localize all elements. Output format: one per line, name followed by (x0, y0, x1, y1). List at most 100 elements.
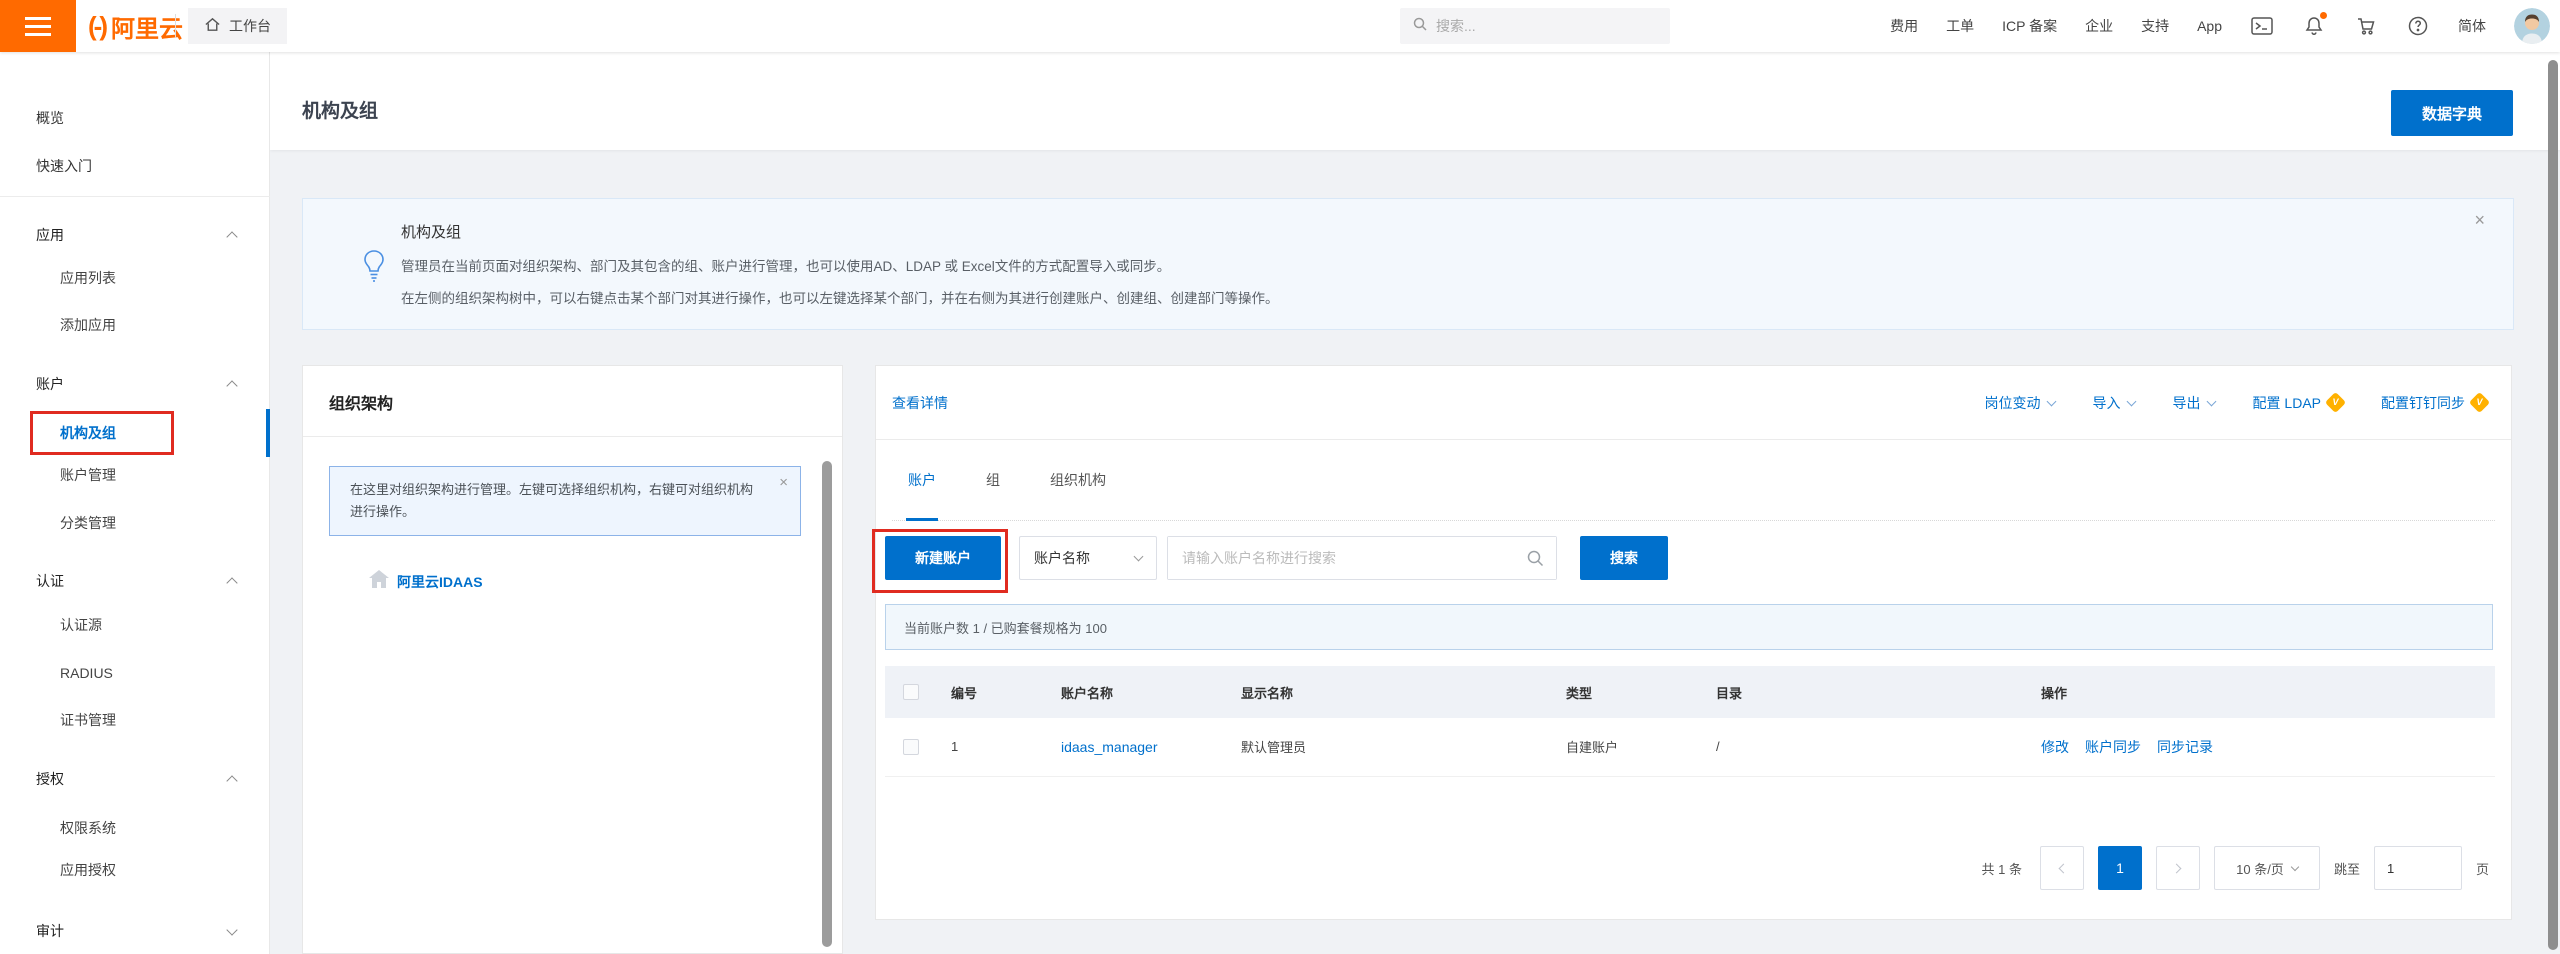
terminal-icon[interactable] (2250, 14, 2274, 38)
select-all-checkbox[interactable] (903, 684, 919, 700)
next-page-button[interactable] (2156, 846, 2200, 890)
page-scrollbar[interactable] (2548, 60, 2558, 950)
nav-item-enterprise[interactable]: 企业 (2085, 16, 2113, 36)
import-menu[interactable]: 导入 (2093, 393, 2135, 413)
notice-box: 机构及组 管理员在当前页面对组织架构、部门及其包含的组、账户进行管理，也可以使用… (302, 198, 2514, 330)
tab-org-structure[interactable]: 组织机构 (1048, 440, 1108, 521)
col-header-account: 账户名称 (1043, 666, 1223, 718)
nav-search[interactable] (1400, 8, 1670, 44)
tree-home-icon (369, 570, 389, 593)
account-search-box (1167, 536, 1557, 580)
sidebar-item-quickstart[interactable]: 快速入门 (0, 153, 270, 179)
new-account-button[interactable]: 新建账户 (885, 536, 1001, 580)
jump-to-input[interactable] (2374, 846, 2462, 890)
table-header-row: 编号 账户名称 显示名称 类型 目录 操作 (885, 666, 2495, 718)
modify-link[interactable]: 修改 (2041, 737, 2069, 757)
jump-to-label: 跳至 (2334, 859, 2360, 878)
tab-accounts[interactable]: 账户 (906, 440, 938, 521)
aliyun-logo[interactable]: (-) 阿里云 (88, 0, 183, 52)
account-name-link[interactable]: idaas_manager (1061, 739, 1158, 755)
cell-type: 自建账户 (1548, 718, 1698, 776)
search-icon (1412, 16, 1428, 37)
help-icon[interactable] (2406, 14, 2430, 38)
page-number-button[interactable]: 1 (2098, 846, 2142, 890)
nav-item-app[interactable]: App (2197, 18, 2222, 34)
sidebar-item-app-authz[interactable]: 应用授权 (0, 857, 270, 883)
sidebar-item-permission-sys[interactable]: 权限系统 (0, 815, 270, 841)
data-dictionary-button[interactable]: 数据字典 (2391, 90, 2513, 136)
sidebar-item-category-mgmt[interactable]: 分类管理 (0, 510, 270, 536)
search-button[interactable]: 搜索 (1580, 536, 1668, 580)
sidebar-item-app-list[interactable]: 应用列表 (0, 265, 270, 291)
org-tree-title: 组织架构 (329, 390, 393, 414)
cell-dir: / (1698, 718, 2023, 776)
close-icon[interactable]: × (779, 475, 788, 490)
position-change-menu[interactable]: 岗位变动 (1985, 393, 2055, 413)
row-checkbox[interactable] (903, 739, 919, 755)
configure-dingtalk-sync-link[interactable]: 配置钉钉同步 (2381, 393, 2487, 413)
nav-item-support[interactable]: 支持 (2141, 16, 2169, 36)
chevron-up-icon (226, 577, 237, 588)
page-title: 机构及组 (302, 96, 378, 123)
avatar[interactable] (2514, 8, 2550, 44)
notice-line-1: 管理员在当前页面对组织架构、部门及其包含的组、账户进行管理，也可以使用AD、LD… (401, 255, 1170, 275)
sidebar-item-overview[interactable]: 概览 (0, 105, 270, 131)
sidebar-group-auth[interactable]: 认证 (0, 568, 270, 594)
filter-field-select[interactable]: 账户名称 (1019, 536, 1157, 580)
sidebar: 概览 快速入门 应用 应用列表 添加应用 账户 机构及组 账户管理 分类管理 认… (0, 52, 270, 954)
aliyun-logo-text: 阿里云 (111, 9, 183, 44)
export-menu[interactable]: 导出 (2173, 393, 2215, 413)
sidebar-group-accounts[interactable]: 账户 (0, 371, 270, 397)
configure-ldap-link[interactable]: 配置 LDAP (2253, 393, 2343, 413)
sidebar-group-apps[interactable]: 应用 (0, 222, 270, 248)
col-header-no: 编号 (933, 666, 1043, 718)
search-row: 新建账户 账户名称 搜索 (876, 536, 2511, 580)
home-icon (204, 16, 221, 36)
page-size-select[interactable]: 10 条/页 (2214, 846, 2320, 890)
bell-icon[interactable] (2302, 14, 2326, 38)
prev-page-button[interactable] (2040, 846, 2084, 890)
table-row: 1 idaas_manager 默认管理员 自建账户 / 修改 账户同步 同步记… (885, 718, 2495, 776)
col-header-type: 类型 (1548, 666, 1698, 718)
sidebar-item-auth-source[interactable]: 认证源 (0, 612, 270, 638)
account-search-input[interactable] (1168, 537, 1556, 579)
col-header-dir: 目录 (1698, 666, 2023, 718)
sidebar-item-cert-mgmt[interactable]: 证书管理 (0, 707, 270, 733)
nav-item-tickets[interactable]: 工单 (1946, 16, 1974, 36)
tree-node-root[interactable]: 阿里云IDAAS (369, 570, 483, 593)
sidebar-active-indicator (266, 409, 270, 457)
cell-no: 1 (933, 718, 1043, 776)
cart-icon[interactable] (2354, 14, 2378, 38)
panel-toolbar: 查看详情 岗位变动 导入 导出 配置 LDAP 配置钉钉同步 (876, 366, 2511, 440)
tab-groups[interactable]: 组 (984, 440, 1002, 521)
magnifier-icon (1526, 549, 1544, 567)
org-tree-tooltip: 在这里对组织架构进行管理。左键可选择组织机构，右键可对组织机构进行操作。 × (329, 466, 801, 536)
sidebar-group-authz[interactable]: 授权 (0, 766, 270, 792)
nav-item-icp[interactable]: ICP 备案 (2002, 16, 2057, 36)
account-sync-link[interactable]: 账户同步 (2085, 737, 2141, 757)
nav-search-input[interactable] (1436, 18, 1636, 34)
workbench-button[interactable]: 工作台 (188, 8, 287, 44)
chevron-right-icon (2172, 863, 2182, 873)
sidebar-item-add-app[interactable]: 添加应用 (0, 312, 270, 338)
sync-record-link[interactable]: 同步记录 (2157, 737, 2213, 757)
tree-node-label: 阿里云IDAAS (397, 572, 483, 592)
chevron-up-icon (226, 231, 237, 242)
col-header-display: 显示名称 (1223, 666, 1548, 718)
tree-scrollbar[interactable] (822, 461, 832, 947)
cell-display: 默认管理员 (1223, 718, 1548, 776)
sidebar-item-radius[interactable]: RADIUS (0, 660, 270, 686)
nav-divider (175, 14, 176, 38)
nav-language-toggle[interactable]: 简体 (2458, 16, 2486, 36)
notice-title: 机构及组 (401, 221, 461, 242)
vip-badge-icon (2325, 392, 2346, 413)
sidebar-item-account-mgmt[interactable]: 账户管理 (0, 462, 270, 488)
close-icon[interactable]: × (2474, 211, 2485, 229)
hamburger-menu-icon[interactable] (0, 0, 76, 52)
sidebar-group-audit[interactable]: 审计 (0, 918, 270, 944)
vip-badge-icon (2469, 392, 2490, 413)
workbench-label: 工作台 (229, 16, 271, 36)
sidebar-item-org-groups[interactable]: 机构及组 (0, 420, 270, 446)
view-detail-link[interactable]: 查看详情 (892, 393, 948, 413)
nav-item-billing[interactable]: 费用 (1890, 16, 1918, 36)
